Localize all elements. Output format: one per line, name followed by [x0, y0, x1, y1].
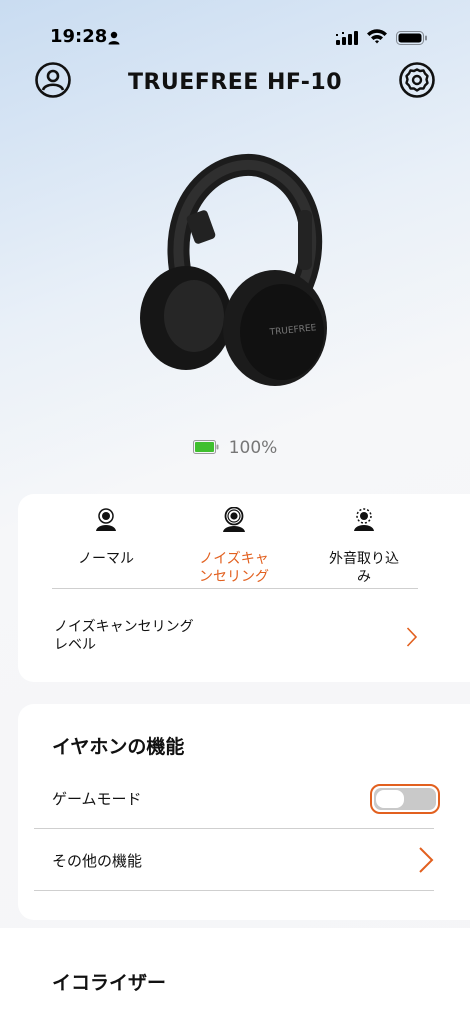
person-ambient-icon [304, 506, 424, 534]
game-mode-label: ゲームモード [52, 790, 142, 808]
person-anc-icon [174, 506, 294, 534]
chevron-right-icon[interactable] [418, 846, 434, 878]
settings-button[interactable] [397, 62, 437, 102]
top-bar: TRUEFREE HF-10 [0, 60, 470, 106]
divider [34, 890, 434, 891]
noise-level-label-2: レベル [54, 637, 96, 653]
earphone-features-card: イヤホンの機能 ゲームモード その他の機能 [18, 704, 470, 920]
battery-percentage: 100% [228, 438, 278, 458]
battery-indicator: 100% [0, 438, 470, 458]
divider [34, 828, 434, 829]
battery-icon [192, 439, 219, 458]
mode-ambient-label: 外音取り込 み [329, 551, 399, 585]
status-battery-icon [396, 30, 428, 49]
person-status-icon [108, 30, 120, 49]
equalizer-title: イコライザー [52, 972, 167, 994]
toggle-knob [376, 790, 404, 808]
mode-noise-cancelling[interactable]: ノイズキャ ンセリング [174, 506, 294, 586]
status-time: 19:28 [50, 26, 108, 47]
mode-normal-label: ノーマル [78, 551, 134, 567]
gear-icon [398, 61, 436, 103]
toggle-track [374, 788, 436, 810]
divider [52, 588, 418, 589]
game-mode-toggle[interactable] [370, 784, 440, 814]
mode-ambient[interactable]: 外音取り込 み [304, 506, 424, 586]
chevron-right-icon[interactable] [406, 626, 418, 652]
wifi-icon [366, 28, 388, 48]
noise-control-card: ノーマル ノイズキャ ンセリング 外音取り込 み ノイズキャンセリング レベル [18, 494, 470, 682]
mode-normal[interactable]: ノーマル [46, 506, 166, 568]
noise-level-label: ノイズキャンセリング [54, 619, 194, 635]
status-bar: 19:28 [0, 0, 470, 56]
cellular-signal-icon [336, 30, 360, 49]
headphones-image: TRUEFREE [120, 150, 360, 390]
noise-level-row[interactable]: ノイズキャンセリング レベル [54, 618, 194, 654]
section-title: イヤホンの機能 [52, 736, 185, 758]
other-features-row[interactable]: その他の機能 [52, 852, 142, 870]
mode-noise-cancelling-label: ノイズキャ ンセリング [199, 551, 269, 585]
person-normal-icon [46, 506, 166, 534]
